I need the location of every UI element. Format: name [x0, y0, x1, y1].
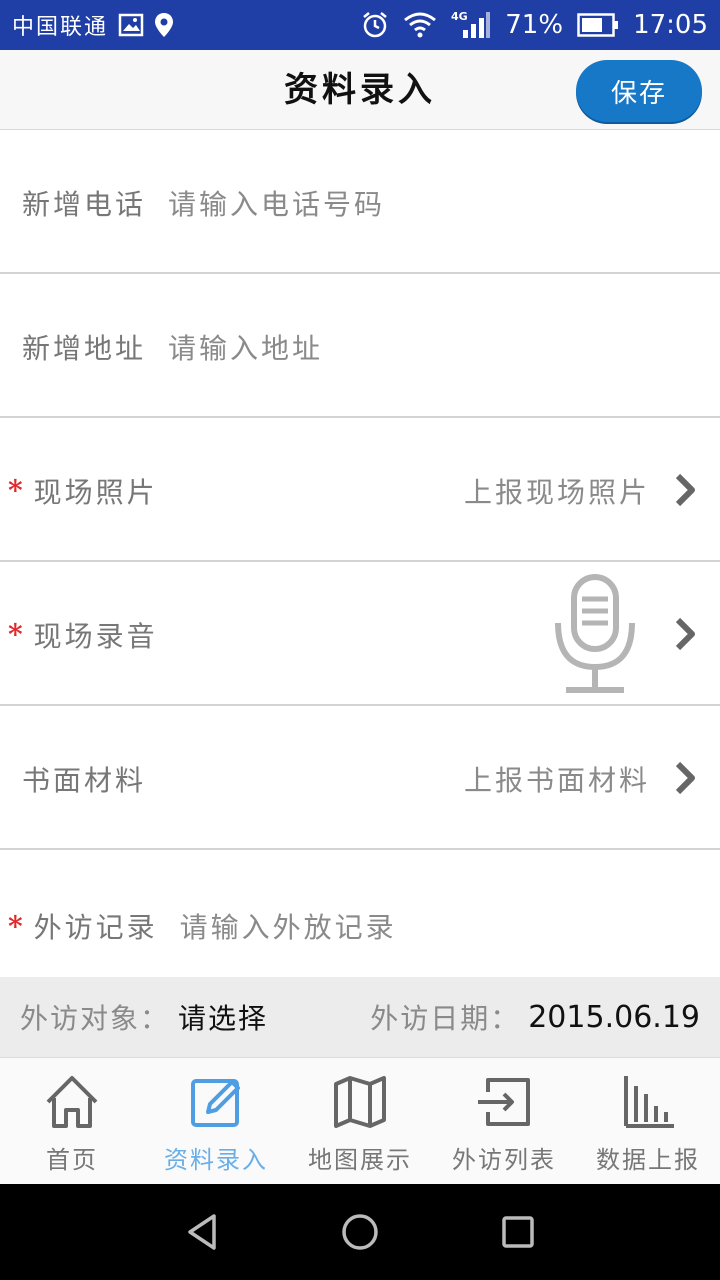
address-label: 新增地址 [22, 331, 147, 365]
photo-upload-link[interactable]: 上报现场照片 [464, 419, 650, 562]
network-type: 4G [451, 10, 468, 23]
location-pin-icon [154, 12, 174, 38]
audio-label: 现场录音 [33, 619, 158, 653]
tab-label: 资料录入 [164, 1146, 268, 1174]
visit-date-picker[interactable]: 2015.06.19 [528, 1000, 700, 1035]
tab-label: 外访列表 [452, 1146, 556, 1174]
chevron-right-icon[interactable] [672, 472, 700, 508]
clock-time: 17:05 [633, 10, 708, 40]
required-mark: * [8, 618, 26, 651]
home-circle-icon[interactable] [340, 1212, 380, 1252]
tab-home[interactable]: 首页 [0, 1058, 144, 1184]
edit-icon [191, 1079, 240, 1127]
tab-visit-list[interactable]: 外访列表 [432, 1058, 576, 1184]
alarm-icon [361, 11, 389, 39]
required-mark: * [8, 474, 26, 507]
documents-upload-link[interactable]: 上报书面材料 [464, 707, 650, 850]
visit-record-input[interactable]: 请输入外放记录 [180, 906, 397, 946]
back-icon[interactable] [184, 1212, 220, 1252]
tab-label: 首页 [46, 1146, 98, 1174]
visit-target-label: 外访对象： [20, 1002, 171, 1035]
map-icon [334, 1076, 386, 1128]
bar-chart-icon [624, 1076, 674, 1128]
visit-target-select[interactable]: 请选择 [178, 997, 268, 1037]
visit-record-row[interactable]: * 外访记录 请输入外放记录 [0, 851, 720, 977]
tab-data-report[interactable]: 数据上报 [576, 1058, 720, 1184]
documents-label: 书面材料 [22, 763, 147, 797]
address-row[interactable]: 新增地址 请输入地址 [0, 275, 720, 418]
save-button[interactable]: 保存 [576, 60, 702, 122]
tab-label: 数据上报 [596, 1146, 700, 1174]
status-bar: 中国联通 4G 71% 17:05 [0, 0, 720, 50]
audio-row[interactable]: * 现场录音 [0, 563, 720, 706]
recent-apps-icon[interactable] [500, 1214, 536, 1250]
required-mark: * [8, 909, 26, 943]
battery-percent: 71% [505, 10, 564, 40]
microphone-icon[interactable] [552, 573, 638, 697]
exit-list-icon [478, 1078, 530, 1126]
phone-row[interactable]: 新增电话 请输入电话号码 [0, 131, 720, 274]
address-input[interactable]: 请输入地址 [168, 327, 323, 367]
tab-data-entry[interactable]: 资料录入 [144, 1058, 288, 1184]
phone-label: 新增电话 [22, 187, 147, 221]
signal-4g-icon: 4G [451, 10, 491, 40]
battery-icon [577, 13, 619, 37]
carrier-name: 中国联通 [12, 15, 109, 40]
visit-record-label: 外访记录 [33, 911, 158, 944]
system-nav-bar [0, 1184, 720, 1280]
wifi-icon [403, 12, 437, 38]
bottom-tab-bar: 首页 资料录入 地图展示 外访列表 数据上报 [0, 1057, 720, 1184]
photo-row[interactable]: * 现场照片 上报现场照片 [0, 419, 720, 562]
app-header: 资料录入 保存 [0, 50, 720, 130]
chevron-right-icon[interactable] [672, 616, 700, 652]
visit-info-bar: 外访对象： 请选择 外访日期： 2015.06.19 [0, 977, 720, 1057]
image-icon [118, 13, 144, 37]
tab-label: 地图展示 [308, 1146, 412, 1174]
phone-input[interactable]: 请输入电话号码 [168, 183, 385, 223]
home-icon [46, 1076, 98, 1128]
photo-label: 现场照片 [33, 475, 158, 509]
visit-date-label: 外访日期： [370, 1002, 521, 1035]
chevron-right-icon[interactable] [672, 760, 700, 796]
tab-map[interactable]: 地图展示 [288, 1058, 432, 1184]
documents-row[interactable]: 书面材料 上报书面材料 [0, 707, 720, 850]
